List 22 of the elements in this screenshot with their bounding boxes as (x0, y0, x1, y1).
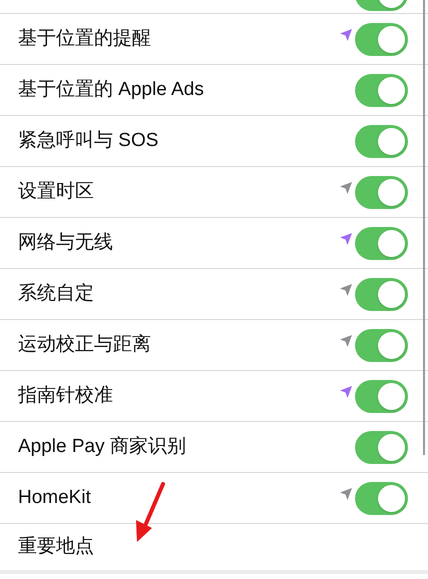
toggle-switch[interactable] (355, 430, 408, 464)
toggle-switch[interactable] (355, 74, 408, 106)
setting-label: 运动校正与距离 (18, 332, 152, 357)
toggle-switch[interactable] (355, 380, 408, 412)
setting-label: 设置时区 (18, 180, 95, 204)
toggle-switch[interactable] (355, 22, 408, 56)
setting-label: HomeKit (18, 486, 92, 510)
setting-label: Apple Pay 商家识别 (18, 434, 187, 459)
setting-label[interactable]: 重要地点 (18, 532, 94, 562)
toggle-switch[interactable] (355, 482, 408, 514)
toggle-switch[interactable] (355, 124, 408, 158)
setting-label: 基于位置的 Apple Ads (18, 78, 205, 102)
setting-label: 基于位置的提醒 (18, 26, 152, 51)
toggle-switch[interactable] (355, 278, 408, 310)
toggle-switch[interactable] (355, 226, 408, 260)
annotation-arrow-icon (133, 482, 167, 544)
setting-label: 紧急呼叫与 SOS (18, 128, 160, 153)
setting-label: 网络与无线 (18, 230, 114, 255)
setting-label: 指南针校准 (18, 384, 114, 408)
toggle-switch[interactable] (355, 328, 408, 362)
setting-label: 系统自定 (18, 282, 95, 306)
toggle-switch[interactable] (355, 176, 408, 208)
